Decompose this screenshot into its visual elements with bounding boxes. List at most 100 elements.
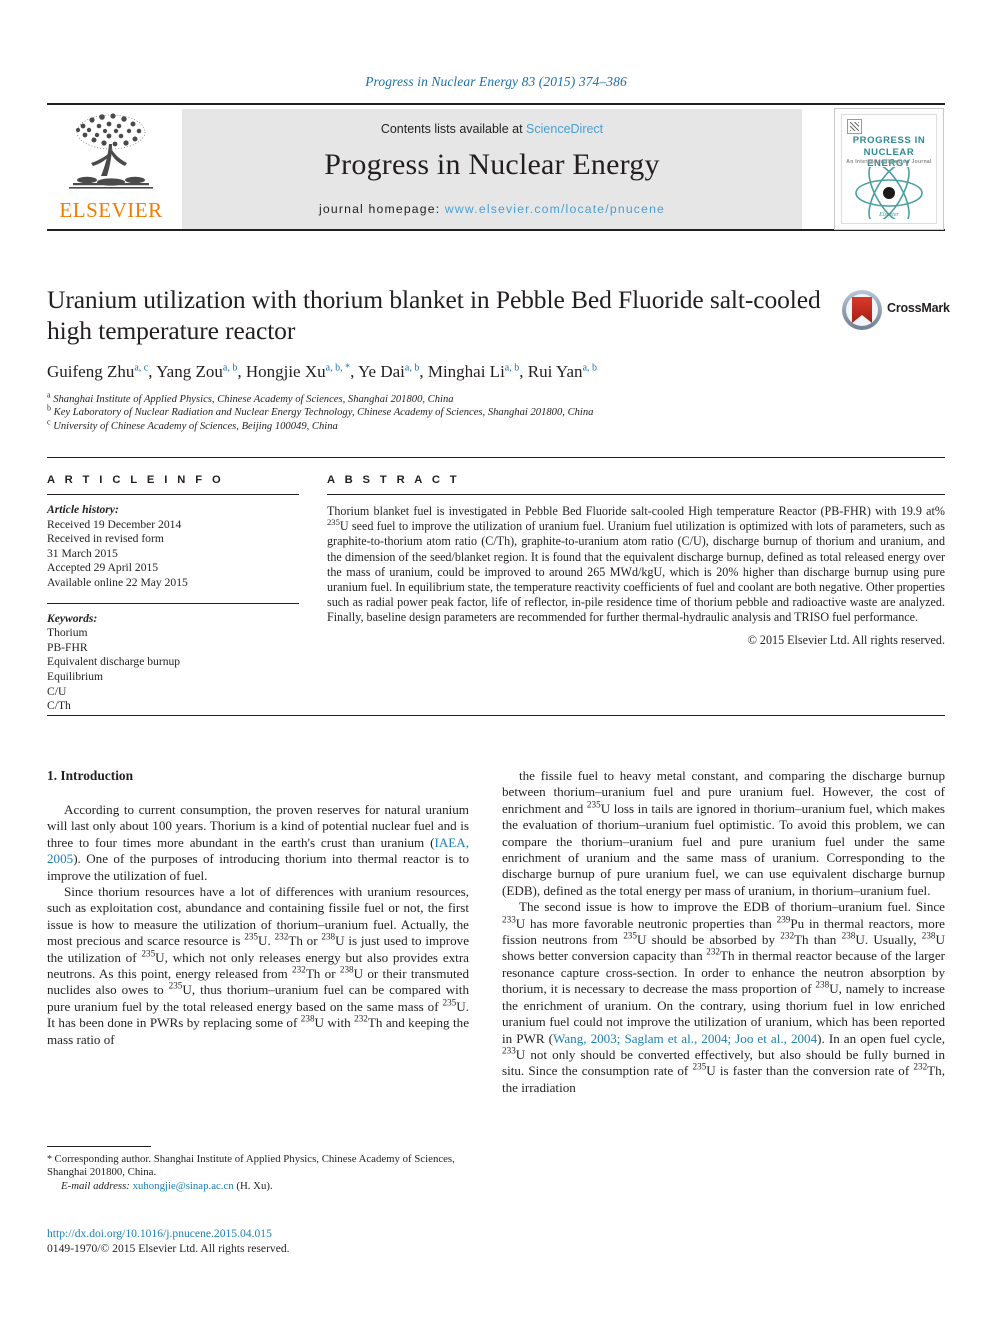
journal-homepage-line: journal homepage: www.elsevier.com/locat… <box>182 202 802 216</box>
body-paragraph: The second issue is how to improve the E… <box>502 899 946 1095</box>
keywords-rule <box>47 602 299 604</box>
keyword-item: Thorium <box>47 626 88 640</box>
body-right-paragraphs: the fissile fuel to heavy metal constant… <box>502 768 945 1096</box>
page-title: Uranium utilization with thorium blanket… <box>47 285 821 345</box>
article-history-item: Accepted 29 April 2015 <box>47 561 159 575</box>
body-column-right: the fissile fuel to heavy metal constant… <box>502 768 945 1096</box>
keyword-item: Equivalent discharge burnup <box>47 655 181 669</box>
affiliation-mark: c <box>47 417 51 427</box>
article-history-items: Received 19 December 2014 Received in rev… <box>47 518 299 591</box>
keywords-block: Keywords: Thorium PB-FHR Equivalent discha… <box>47 612 299 714</box>
isotope-superscript: 238 <box>921 930 936 941</box>
contents-available-line: Contents lists available at ScienceDirec… <box>182 109 802 136</box>
isotope-superscript: 235 <box>141 948 156 959</box>
isotope-superscript: 232 <box>780 930 795 941</box>
running-head: Progress in Nuclear Energy 83 (2015) 374… <box>365 74 627 89</box>
article-info-rule <box>47 494 299 495</box>
sciencedirect-link[interactable]: ScienceDirect <box>526 122 603 136</box>
info-top-rule <box>47 457 945 458</box>
keywords-label: Keywords: <box>47 611 98 625</box>
title-block: Uranium utilization with thorium blanket… <box>47 284 837 383</box>
affiliation-item: b Key Laboratory of Nuclear Radiation an… <box>47 403 594 419</box>
isotope-superscript: 232 <box>292 964 306 975</box>
journal-band: Contents lists available at ScienceDirec… <box>182 109 802 229</box>
journal-cover-thumbnail[interactable]: PROGRESS IN NUCLEAR ENERGY An Internatio… <box>834 108 944 230</box>
article-history-block: Article history: Received 19 December 20… <box>47 503 299 591</box>
keyword-item: PB-FHR <box>47 640 88 654</box>
paper-page: Progress in Nuclear Energy 83 (2015) 374… <box>0 0 992 1323</box>
corresponding-author-footnote: * Corresponding author. Shanghai Institu… <box>47 1153 469 1193</box>
author-affiliation-mark: a, b <box>504 362 520 374</box>
doi-block: http://dx.doi.org/10.1016/j.pnucene.2015… <box>47 1226 507 1256</box>
isotope-superscript: 238 <box>339 964 354 975</box>
cover-subtitle: An International Review Journal <box>846 159 932 165</box>
author-name: Minghai Li <box>427 362 505 381</box>
crossmark-icon <box>842 290 882 330</box>
isotope-superscript: 239 <box>776 914 791 925</box>
elsevier-tree-icon <box>69 113 153 189</box>
journal-title: Progress in Nuclear Energy <box>324 148 660 181</box>
crossmark-badge[interactable]: CrossMark <box>841 289 950 335</box>
doi-link[interactable]: http://dx.doi.org/10.1016/j.pnucene.2015… <box>47 1226 507 1241</box>
isotope-superscript: 232 <box>274 931 289 942</box>
author-affiliation-mark: a, c <box>134 362 149 374</box>
author-name: Rui Yan <box>527 362 583 381</box>
keyword-item: C/Th <box>47 699 71 713</box>
article-history-item: Received 19 December 2014 <box>47 517 182 531</box>
footnote-rule <box>47 1146 151 1147</box>
affiliation-item: a Shanghai Institute of Applied Physics,… <box>47 390 454 405</box>
article-info-column: A R T I C L E I N F O Article history: R… <box>47 474 299 714</box>
section-heading-introduction: 1. Introduction <box>47 768 134 783</box>
email-line: E-mail address: xuhongjie@sinap.ac.cn (H… <box>61 1179 273 1192</box>
isotope-superscript: 232 <box>913 1061 928 1072</box>
article-history-item: Available online 22 May 2015 <box>47 575 188 589</box>
author-affiliation-mark: a, b <box>582 362 598 374</box>
isotope-superscript: 235 <box>244 931 259 942</box>
footnote-star-icon: * <box>47 1154 55 1165</box>
article-history-item: Received in revised form <box>47 532 164 546</box>
crossmark-label: CrossMark <box>887 301 950 315</box>
isotope-superscript: 232 <box>706 947 721 958</box>
body-paragraph: According to current consumption, the pr… <box>47 802 469 883</box>
cover-publisher-name: Elsevier <box>879 212 899 218</box>
isotope-superscript: 235 <box>623 930 637 941</box>
author-name: Guifeng Zhu <box>47 362 135 381</box>
contents-prefix: Contents lists available at <box>380 122 523 136</box>
abstract-column: A B S T R A C T Thorium blanket fuel is … <box>327 474 945 648</box>
isotope-superscript: 235 <box>168 981 183 992</box>
isotope-superscript: 238 <box>321 931 336 942</box>
author-name: Hongjie Xu <box>245 362 326 381</box>
isotope-superscript: 238 <box>300 1013 315 1024</box>
isotope-superscript: 235 <box>692 1061 707 1072</box>
affiliation-item: c University of Chinese Academy of Scien… <box>47 417 338 432</box>
author-affiliation-mark: a, b <box>404 362 420 374</box>
author-affiliation-mark: a, b, * <box>325 362 351 374</box>
isotope-superscript: 238 <box>841 930 856 941</box>
isotope-superscript: 232 <box>354 1013 368 1024</box>
cover-title-line2: NUCLEAR ENERGY <box>863 147 915 169</box>
isotope-superscript: 235 <box>327 517 340 528</box>
body-left-paragraphs: According to current consumption, the pr… <box>47 802 469 1048</box>
citation-link[interactable]: Wang, 2003; Saglam et al., 2004; Joo et … <box>553 1031 817 1046</box>
keywords-items: Thorium PB-FHR Equivalent discharge burnup… <box>47 626 299 714</box>
journal-masthead: ELSEVIER Contents lists available at Sci… <box>47 103 945 231</box>
affiliation-mark: b <box>47 403 51 413</box>
abstract-heading: A B S T R A C T <box>327 474 461 486</box>
email-link[interactable]: xuhongjie@sinap.ac.cn <box>133 1180 234 1192</box>
isotope-superscript: 235 <box>442 997 457 1008</box>
citation-link[interactable]: IAEA, 2005 <box>47 835 469 866</box>
isotope-superscript: 235 <box>586 799 601 810</box>
corresponding-author-line: * Corresponding author. Shanghai Institu… <box>47 1153 455 1179</box>
homepage-url-link[interactable]: www.elsevier.com/locate/pnucene <box>445 202 665 216</box>
author-name: Yang Zou <box>156 362 223 381</box>
body-column-left: 1. Introduction According to current con… <box>47 768 469 1048</box>
author-list: Guifeng Zhua, c, Yang Zoua, b, Hongjie X… <box>47 362 598 381</box>
cover-publisher-mark-icon <box>847 119 862 134</box>
issn-copyright-line: 0149-1970/© 2015 Elsevier Ltd. All right… <box>47 1242 290 1255</box>
cover-title-line1: PROGRESS IN <box>852 135 926 146</box>
affiliations-list: a Shanghai Institute of Applied Physics,… <box>47 390 827 433</box>
article-info-heading: A R T I C L E I N F O <box>47 474 225 486</box>
article-history-item: 31 March 2015 <box>47 546 118 560</box>
homepage-label: journal homepage: <box>318 202 441 216</box>
abstract-rule <box>327 494 945 495</box>
